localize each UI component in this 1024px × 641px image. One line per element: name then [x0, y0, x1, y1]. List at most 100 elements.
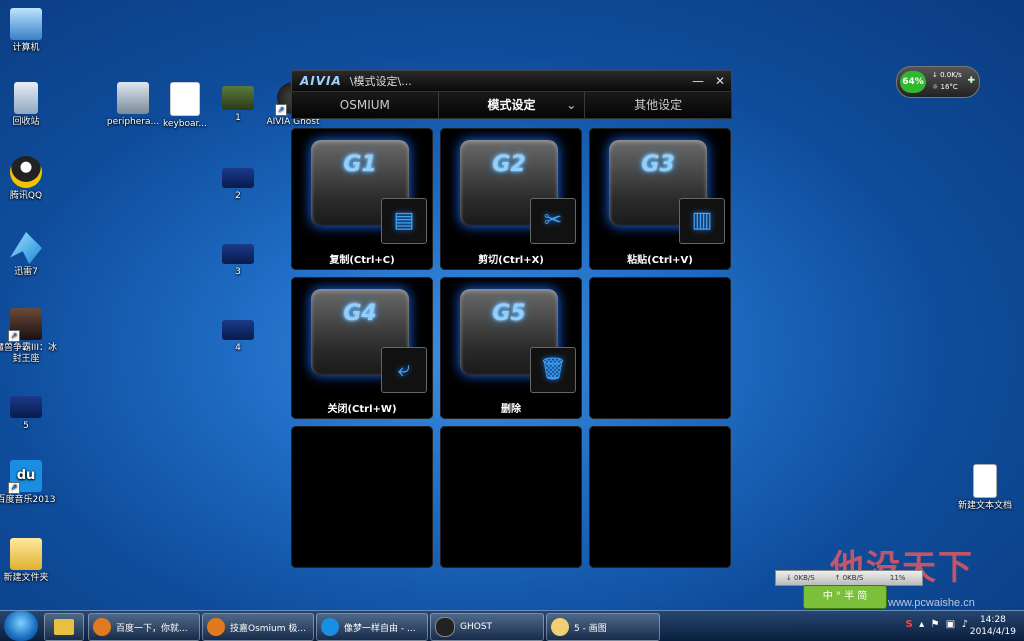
desktop-icon-label: 迅雷7 [14, 267, 38, 277]
window-title: \模式设定\... [349, 75, 412, 88]
desktop-icon-label: 回收站 [12, 117, 40, 127]
macro-cell-g3[interactable]: G3 ▥ 粘贴(Ctrl+V) [589, 128, 731, 270]
macro-cell-g5[interactable]: G5 🗑 删除 [440, 277, 582, 419]
desktop-icon-warcraft[interactable]: ↗ 魔兽争霸III：冰封王座 [0, 308, 59, 365]
tab-osmium[interactable]: OSMIUM [292, 92, 439, 118]
cpu-usage: 11% [889, 574, 906, 582]
macro-cell-empty[interactable] [291, 426, 433, 568]
qq-penguin-icon [10, 156, 42, 188]
key-name: G4 [343, 301, 377, 326]
desktop-icon-2[interactable]: 2 [205, 168, 271, 202]
taskbar-item-baidu[interactable]: 百度一下，你就... [88, 613, 200, 641]
tab-label: 其他设定 [634, 98, 683, 112]
flag-icon[interactable]: ⚑ [930, 619, 939, 630]
key-name: G2 [492, 152, 526, 177]
usage-percent: 64% [900, 71, 926, 93]
desktop-icon-recycle-bin[interactable]: 回收站 [0, 82, 59, 128]
macro-cell-g4[interactable]: G4 ⤶ 关闭(Ctrl+W) [291, 277, 433, 419]
macro-label: 剪切(Ctrl+X) [478, 255, 544, 266]
desktop-icon-4[interactable]: 4 [205, 320, 271, 354]
baidu-music-icon: du ↗ [8, 460, 42, 494]
aivia-window: AIVIA \模式设定\... — ✕ OSMIUM 模式设定 ⌄ 其他设定 G1… [291, 70, 732, 571]
network-icon[interactable]: ▣ [946, 619, 955, 630]
clock[interactable]: 14:28 2014/4/19 [970, 614, 1016, 638]
desktop-icon-label: 3 [235, 267, 241, 277]
aivia-logo: AIVIA [300, 74, 342, 88]
desktop-icon-label: 魔兽争霸III：冰封王座 [0, 343, 57, 364]
minimize-button[interactable]: — [687, 74, 709, 88]
baidu-music-icon [321, 618, 339, 636]
macro-cell-g1[interactable]: G1 ▤ 复制(Ctrl+C) [291, 128, 433, 270]
image-thumbnail-icon [222, 86, 254, 110]
taskbar-item-music[interactable]: 像梦一样自由 - ... [316, 613, 428, 641]
chevron-down-icon[interactable]: ⌄ [566, 92, 576, 118]
taskbar-item-label: GHOST [460, 622, 493, 632]
chevron-up-icon[interactable]: ▴ [919, 619, 924, 630]
macro-cell-empty[interactable] [440, 426, 582, 568]
watermark-url: www.pcwaishe.cn [888, 597, 975, 609]
taskbar-item-ghost[interactable]: GHOST [430, 613, 544, 641]
macro-cell-empty[interactable] [589, 277, 731, 419]
taskbar-item-label: 技嘉Osmium 极... [230, 623, 306, 634]
macro-key-grid: G1 ▤ 复制(Ctrl+C) G2 ✂ 剪切(Ctrl+X) G3 ▥ 粘贴(… [291, 128, 732, 568]
copy-icon: ▤ [381, 198, 427, 244]
desktop-icon-qq[interactable]: 腾讯QQ [0, 156, 59, 202]
paste-icon: ▥ [679, 198, 725, 244]
temperature: 16°C [940, 83, 958, 91]
key-name: G1 [343, 152, 377, 177]
clock-date: 2014/4/19 [969, 627, 1016, 637]
explorer-taskbar-button[interactable] [44, 613, 84, 641]
macro-cell-g2[interactable]: G2 ✂ 剪切(Ctrl+X) [440, 128, 582, 270]
computer-icon [10, 8, 42, 40]
desktop-icon-new-text[interactable]: 新建文本文档 [952, 464, 1018, 512]
text-document-icon [973, 464, 997, 498]
desktop-icon-5[interactable]: 5 [0, 396, 59, 432]
desktop-icon-label: 2 [235, 191, 241, 201]
start-button[interactable] [4, 611, 38, 641]
desktop-icon-label: 百度音乐2013 [0, 495, 56, 505]
paint-icon [551, 618, 569, 636]
download-arrow-icon: ↓ [932, 71, 941, 79]
download-arrow-icon: ↓ [785, 574, 795, 582]
image-thumbnail-icon [222, 320, 254, 340]
window-titlebar[interactable]: AIVIA \模式设定\... — ✕ [291, 70, 732, 91]
macro-label: 删除 [501, 404, 521, 415]
tab-other-settings[interactable]: 其他设定 [585, 92, 731, 118]
close-button[interactable]: ✕ [709, 74, 731, 88]
desktop-icon-baidu-music[interactable]: du ↗ 百度音乐2013 [0, 460, 59, 506]
plus-icon[interactable]: ✚ [967, 76, 975, 86]
recycle-bin-icon [14, 82, 38, 114]
desktop-icon-label: 计算机 [12, 43, 40, 53]
folder-icon [10, 538, 42, 570]
warcraft-icon: ↗ [8, 308, 42, 342]
clock-time: 14:28 [979, 615, 1006, 625]
sogou-icon[interactable]: S [906, 619, 913, 630]
upload-speed: 0KB/S [842, 574, 864, 582]
desktop-icon-new-folder[interactable]: 新建文件夹 [0, 538, 59, 584]
aivia-ghost-icon [435, 617, 455, 637]
ime-bar[interactable]: 中 ° 半 简 [803, 585, 887, 609]
folder-icon [54, 619, 74, 635]
macro-cell-empty[interactable] [589, 426, 731, 568]
desktop-icon-label: 4 [235, 343, 241, 353]
taskbar-item-paint[interactable]: 5 - 画图 [546, 613, 660, 641]
desktop-icon-3[interactable]: 3 [205, 244, 271, 278]
taskbar-item-label: 像梦一样自由 - ... [344, 623, 416, 634]
volume-icon[interactable]: ♪ [962, 619, 968, 630]
system-tray[interactable]: S ▴ ⚑ ▣ ♪ [906, 619, 968, 630]
xunlei-bird-icon [10, 232, 42, 264]
taskbar: 百度一下，你就... 技嘉Osmium 极... 像梦一样自由 - ... GH… [0, 610, 1024, 641]
image-thumbnail-icon [222, 244, 254, 264]
system-gadget[interactable]: 64% ↓ 0.0K/s ☼ 16°C ✚ [896, 66, 980, 98]
key-name: G3 [641, 152, 675, 177]
desktop-icon-xunlei[interactable]: 迅雷7 [0, 232, 59, 278]
netspeed-bar[interactable]: ↓ 0KB/S ↑ 0KB/S 11% [775, 570, 923, 586]
upload-arrow-icon: ↑ [834, 574, 843, 582]
taskbar-item-osmium[interactable]: 技嘉Osmium 极... [202, 613, 314, 641]
download-speed: 0KB/S [794, 574, 815, 582]
tab-mode-settings[interactable]: 模式设定 ⌄ [439, 92, 586, 118]
desktop-icon-computer[interactable]: 计算机 [0, 8, 59, 54]
desktop-icon-label: 新建文件夹 [3, 573, 49, 583]
image-thumbnail-icon [10, 396, 42, 418]
desktop-icon-label: 腾讯QQ [9, 191, 43, 201]
